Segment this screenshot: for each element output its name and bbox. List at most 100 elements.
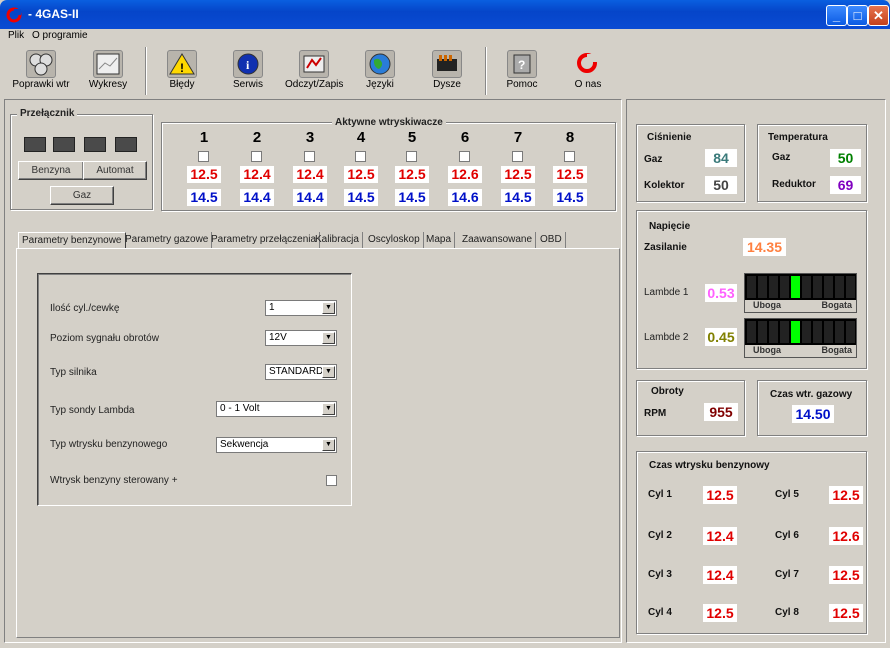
injector-checkbox[interactable] — [564, 151, 575, 162]
cyl-label: Cyl 7 — [775, 569, 799, 580]
injector-checkbox[interactable] — [304, 151, 315, 162]
lambda-segment — [769, 276, 778, 298]
lambda-type-select[interactable]: 0 - 1 Volt ▼ — [216, 401, 337, 417]
switch-panel: Przełącznik Benzyna Automat Gaz — [10, 108, 153, 210]
injector-petrol-time: 12.5 — [553, 166, 587, 183]
cyl-petrol-time: 12.4 — [703, 527, 737, 545]
rpm-title: Obroty — [651, 386, 684, 397]
supply-label: Zasilanie — [644, 242, 687, 253]
switch-indicator — [84, 137, 106, 152]
warning-icon: ! — [167, 50, 197, 78]
injector-petrol-time: 12.6 — [448, 166, 482, 183]
lambda-segment — [846, 276, 855, 298]
rpm-signal-select[interactable]: 12V ▼ — [265, 330, 337, 346]
lambda-segment — [791, 321, 800, 343]
injector-petrol-time: 12.5 — [187, 166, 221, 183]
cyl-select[interactable]: 1 ▼ — [265, 300, 337, 316]
toolbar-service[interactable]: i Serwis — [218, 47, 278, 95]
injector-number: 2 — [252, 129, 262, 146]
switch-panel-title: Przełącznik — [17, 108, 78, 119]
lambda2-bar: Uboga Bogata — [744, 318, 857, 358]
gas-button[interactable]: Gaz — [50, 186, 114, 205]
info-icon: i — [233, 50, 263, 78]
tab-oscilloscope[interactable]: Oscyloskop — [365, 232, 424, 248]
gas-time-panel: Czas wtr. gazowy 14.50 — [757, 380, 867, 436]
injector-checkbox[interactable] — [355, 151, 366, 162]
toolbar-errors[interactable]: ! Błędy — [152, 47, 212, 95]
toolbar-read-write[interactable]: Odczyt/Zapis — [284, 47, 344, 95]
petrol-button[interactable]: Benzyna — [18, 161, 84, 180]
switch-indicator — [53, 137, 75, 152]
injector-petrol-time: 12.4 — [293, 166, 327, 183]
injector-checkbox[interactable] — [251, 151, 262, 162]
toolbar-languages[interactable]: Języki — [350, 47, 410, 95]
nozzles-icon — [432, 50, 462, 78]
lambda-segment — [758, 321, 767, 343]
lambda2-lean-label: Uboga — [753, 345, 781, 355]
lambda-segment — [824, 321, 833, 343]
injector-petrol-time: 12.5 — [395, 166, 429, 183]
minimize-button[interactable]: _ — [826, 5, 847, 26]
injector-checkbox[interactable] — [198, 151, 209, 162]
lambda-type-value: 0 - 1 Volt — [220, 403, 260, 414]
pressure-title: Ciśnienie — [647, 132, 692, 143]
menu-about[interactable]: O programie — [32, 29, 88, 43]
toolbar-help[interactable]: ? Pomoc — [491, 47, 553, 95]
lambda-segment — [747, 321, 756, 343]
cyl-petrol-time: 12.5 — [829, 604, 863, 622]
temperature-panel: Temperatura Gaz 50 Reduktor 69 — [757, 124, 867, 202]
lambda-segment — [780, 321, 789, 343]
tab-calibration[interactable]: Kalibracja — [312, 232, 363, 248]
toolbar-injector-corrections[interactable]: Poprawki wtr — [10, 47, 72, 95]
tab-map[interactable]: Mapa — [423, 232, 456, 248]
cyl-label: Cyl 1 — [648, 489, 672, 500]
cyl-petrol-time: 12.5 — [829, 566, 863, 584]
pressure-collector-value: 50 — [705, 176, 737, 194]
engine-type-value: STANDARD — [269, 366, 324, 377]
tab-petrol-params[interactable]: Parametry benzynowe — [18, 232, 126, 248]
injector-checkbox[interactable] — [459, 151, 470, 162]
lambda-segment — [791, 276, 800, 298]
temp-gas-label: Gaz — [772, 152, 791, 163]
cyl-label: Cyl 4 — [648, 607, 672, 618]
tab-switch-params[interactable]: Parametry przełączenia — [208, 232, 321, 248]
maximize-button[interactable]: □ — [847, 5, 868, 26]
engine-type-select[interactable]: STANDARD ▼ — [265, 364, 337, 380]
toolbar-about-us[interactable]: O nas — [557, 47, 619, 95]
toolbar-nozzles[interactable]: Dysze — [416, 47, 478, 95]
menu-file[interactable]: Plik — [8, 29, 24, 43]
injector-gas-time: 14.5 — [553, 189, 587, 206]
injectors-icon — [26, 50, 56, 78]
lambda1-bar: Uboga Bogata — [744, 273, 857, 313]
temp-gas-value: 50 — [830, 149, 861, 167]
temp-reducer-label: Reduktor — [772, 179, 816, 190]
close-button[interactable]: ✕ — [868, 5, 889, 26]
tab-advanced[interactable]: Zaawansowane — [459, 232, 537, 248]
injector-gas-time: 14.4 — [240, 189, 274, 206]
toolbar-charts[interactable]: Wykresy — [78, 47, 138, 95]
petrol-positive-checkbox[interactable] — [326, 475, 337, 486]
injector-checkbox[interactable] — [406, 151, 417, 162]
tab-strip: Parametry benzynowe Parametry gazowe Par… — [18, 232, 618, 248]
lambda-segment — [747, 276, 756, 298]
lambda-segment — [802, 276, 811, 298]
pressure-gas-value: 84 — [705, 149, 737, 167]
injector-gas-time: 14.6 — [448, 189, 482, 206]
lambda-segment — [758, 276, 767, 298]
injector-number: 5 — [407, 129, 417, 146]
tab-obd[interactable]: OBD — [537, 232, 566, 248]
injection-type-select[interactable]: Sekwencja ▼ — [216, 437, 337, 453]
injector-checkbox[interactable] — [512, 151, 523, 162]
help-icon: ? — [507, 50, 537, 78]
injector-number: 6 — [460, 129, 470, 146]
auto-button[interactable]: Automat — [83, 161, 147, 180]
voltage-panel: Napięcie Zasilanie 14.35 Lambde 1 0.53 U… — [636, 210, 867, 369]
voltage-title: Napięcie — [649, 221, 691, 232]
injector-number: 3 — [305, 129, 315, 146]
cyl-label: Ilość cyl./cewkę — [50, 303, 120, 314]
readwrite-icon — [299, 50, 329, 78]
chart-icon — [93, 50, 123, 78]
chevron-down-icon: ▼ — [322, 302, 335, 314]
tab-gas-params[interactable]: Parametry gazowe — [122, 232, 213, 248]
injector-petrol-time: 12.4 — [240, 166, 274, 183]
